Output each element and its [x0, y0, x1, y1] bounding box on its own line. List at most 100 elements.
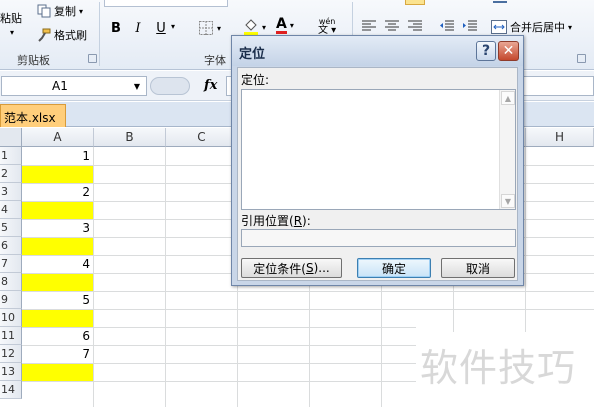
- name-box-value: A1: [52, 79, 68, 93]
- close-button[interactable]: ✕: [498, 41, 519, 61]
- italic-button[interactable]: I: [128, 18, 148, 38]
- underline-dropdown-icon[interactable]: ▾: [171, 22, 175, 31]
- border-icon: [198, 20, 214, 36]
- column-header-c[interactable]: C: [166, 128, 238, 147]
- increase-indent-icon: [463, 20, 477, 32]
- help-button[interactable]: ?: [476, 41, 496, 61]
- goto-dialog: 定位 ? ✕ 定位: ▲ ▼ 引用位置(R): 定位条件(S)... 确定 取消: [231, 35, 524, 286]
- name-box[interactable]: A1 ▼: [1, 76, 147, 96]
- wrap-text-icon[interactable]: [493, 0, 507, 3]
- column-header-b[interactable]: B: [94, 128, 166, 147]
- cell-a10[interactable]: [22, 310, 93, 327]
- column-header-a[interactable]: A: [22, 128, 94, 147]
- scroll-up-icon[interactable]: ▲: [501, 91, 515, 105]
- row-header-11[interactable]: 11: [0, 327, 22, 345]
- row-header-14[interactable]: 14: [0, 381, 22, 399]
- cell-a4[interactable]: [22, 202, 93, 219]
- row-header-7[interactable]: 7: [0, 255, 22, 273]
- paste-dropdown-icon[interactable]: ▾: [10, 28, 14, 37]
- copy-icon: [37, 4, 51, 18]
- bold-button[interactable]: B: [106, 18, 126, 38]
- merge-center-button[interactable]: 合并后居中 ▾: [491, 19, 572, 35]
- row-header-4[interactable]: 4: [0, 201, 22, 219]
- align-left-icon: [362, 20, 376, 32]
- reference-label-text: 引用位置(: [241, 214, 294, 228]
- scroll-down-icon[interactable]: ▼: [501, 194, 515, 208]
- copy-dropdown-icon[interactable]: ▾: [79, 7, 83, 16]
- align-top-icon[interactable]: [405, 0, 425, 5]
- underline-button[interactable]: U: [151, 18, 171, 38]
- align-left-button[interactable]: [362, 20, 376, 32]
- cell-a9[interactable]: 5: [22, 292, 93, 309]
- listbox-scrollbar[interactable]: ▲ ▼: [499, 90, 515, 209]
- fill-color-button[interactable]: ▾: [243, 18, 266, 36]
- file-tab[interactable]: 范本.xlsx: [0, 104, 66, 127]
- align-right-icon: [408, 20, 422, 32]
- cell-a3[interactable]: 2: [22, 184, 93, 201]
- alignment-dialog-launcher[interactable]: [577, 54, 586, 63]
- row-header-2[interactable]: 2: [0, 165, 22, 183]
- copy-label: 复制: [54, 5, 76, 18]
- cell-a6[interactable]: [22, 238, 93, 255]
- paint-bucket-icon: [243, 18, 259, 36]
- special-accesskey: S: [305, 261, 314, 275]
- font-color-button[interactable]: A ▾: [276, 17, 294, 34]
- cell-a12[interactable]: 7: [22, 346, 93, 363]
- format-painter-icon: [37, 28, 51, 42]
- goto-listbox[interactable]: ▲ ▼: [241, 89, 516, 210]
- cell-a1[interactable]: 1: [22, 148, 93, 165]
- copy-button[interactable]: 复制 ▾: [37, 3, 83, 19]
- row-header-8[interactable]: 8: [0, 273, 22, 291]
- row-header-1[interactable]: 1: [0, 147, 22, 165]
- font-color-label: A: [276, 16, 287, 34]
- watermark: 软件技巧: [420, 346, 577, 390]
- reference-input[interactable]: [241, 229, 516, 247]
- decrease-indent-button[interactable]: [440, 20, 454, 32]
- dialog-title: 定位: [239, 47, 266, 62]
- row-header-10[interactable]: 10: [0, 309, 22, 327]
- cancel-button[interactable]: 取消: [441, 258, 515, 278]
- reference-accesskey: R: [293, 214, 303, 228]
- paste-label: 粘贴: [0, 12, 22, 25]
- formula-bar-handle[interactable]: [150, 77, 190, 95]
- special-button-text: 定位条件(: [253, 261, 306, 276]
- cell-a7[interactable]: 4: [22, 256, 93, 273]
- format-painter-button[interactable]: 格式刷: [37, 27, 87, 43]
- cell-a8[interactable]: [22, 274, 93, 291]
- reference-label: 引用位置(R):: [241, 212, 311, 229]
- pinyin-button[interactable]: wén 文 ▾: [318, 18, 336, 36]
- help-icon: ?: [481, 43, 491, 59]
- row-header-9[interactable]: 9: [0, 291, 22, 309]
- cell-a11[interactable]: 6: [22, 328, 93, 345]
- special-button[interactable]: 定位条件(S)...: [241, 258, 342, 278]
- grid-line: [22, 291, 594, 292]
- dialog-title-bar[interactable]: 定位 ? ✕: [232, 36, 523, 66]
- chevron-down-icon[interactable]: ▼: [134, 82, 140, 91]
- row-header-13[interactable]: 13: [0, 363, 22, 381]
- special-button-suffix: )...: [313, 261, 330, 275]
- cell-a5[interactable]: 3: [22, 220, 93, 237]
- row-header-5[interactable]: 5: [0, 219, 22, 237]
- row-header-3[interactable]: 3: [0, 183, 22, 201]
- merge-center-icon: [491, 20, 507, 34]
- row-header-6[interactable]: 6: [0, 237, 22, 255]
- border-button[interactable]: ▾: [198, 20, 221, 36]
- column-header-h[interactable]: H: [526, 128, 594, 147]
- increase-indent-button[interactable]: [463, 20, 477, 32]
- row-header-12[interactable]: 12: [0, 345, 22, 363]
- align-center-button[interactable]: [385, 20, 399, 32]
- cell-a2[interactable]: [22, 166, 93, 183]
- cell-a13[interactable]: [22, 364, 93, 381]
- ribbon-separator: [99, 2, 100, 66]
- cell-a14[interactable]: [22, 382, 93, 399]
- paste-button[interactable]: 粘贴: [0, 10, 22, 26]
- font-name-box[interactable]: [104, 0, 228, 7]
- align-center-icon: [385, 20, 399, 32]
- align-right-button[interactable]: [408, 20, 422, 32]
- ok-button[interactable]: 确定: [357, 258, 431, 278]
- clipboard-dialog-launcher[interactable]: [88, 54, 97, 63]
- select-all-corner[interactable]: [0, 128, 22, 147]
- clipboard-group-label: 剪贴板: [17, 54, 50, 67]
- insert-function-button[interactable]: fx: [204, 78, 217, 93]
- format-painter-label: 格式刷: [54, 29, 87, 42]
